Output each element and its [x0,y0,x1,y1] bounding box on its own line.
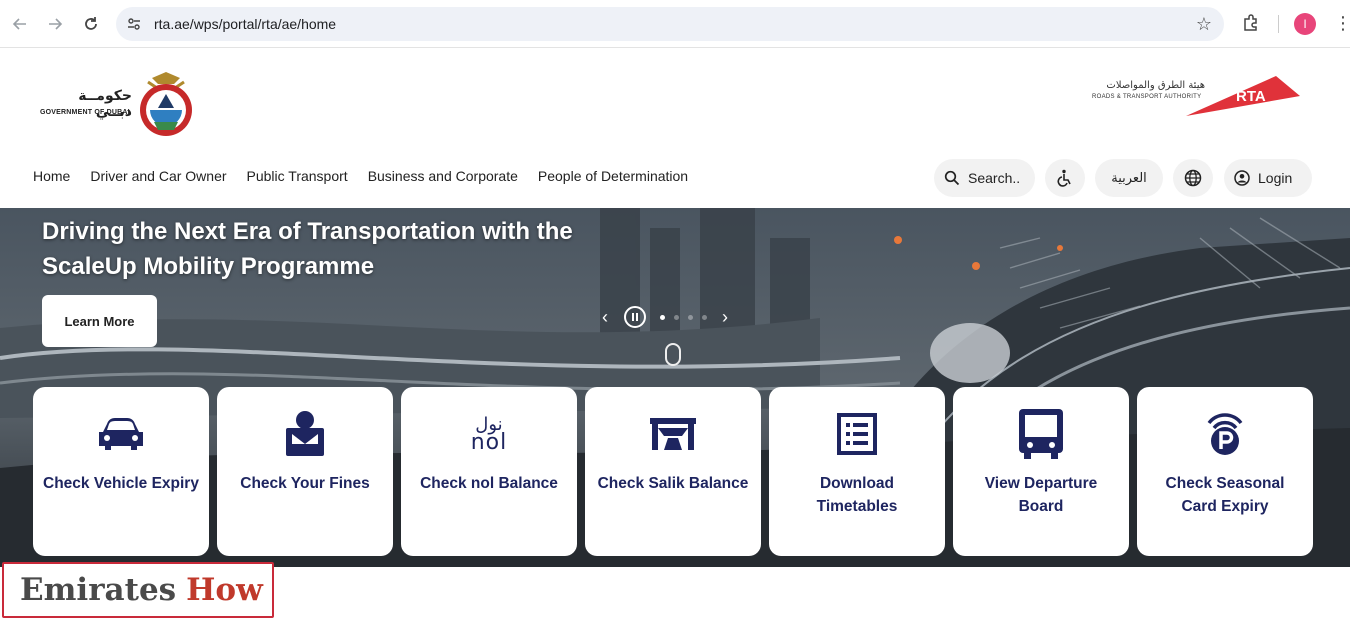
carousel-dot[interactable] [660,314,665,320]
browser-menu-icon[interactable]: ⋮ [1334,13,1350,33]
service-label: Check Vehicle Expiry [43,475,199,492]
login-button[interactable]: Login [1224,159,1312,197]
globe-button[interactable] [1173,159,1213,197]
parking-icon [1207,413,1243,455]
bus-icon [1019,409,1063,459]
service-card-timetables[interactable]: Download Timetables [769,387,945,556]
service-card-vehicle-expiry[interactable]: Check Vehicle Expiry [33,387,209,556]
watermark-word-2: How [186,572,263,608]
nav-item-public-transport[interactable]: Public Transport [247,168,348,184]
carousel-dot[interactable] [702,314,707,320]
user-icon [1234,170,1250,186]
site-settings-icon[interactable] [126,16,142,37]
emirates-how-watermark: Emirates How [2,562,274,618]
service-label: View Departure Board [984,475,1098,515]
service-label: Check Your Fines [240,475,370,492]
carousel-dot[interactable] [674,314,679,320]
nav-item-home[interactable]: Home [33,168,70,184]
language-arabic-button[interactable]: العربية [1095,159,1163,197]
service-label: Download Timetables [816,475,898,515]
search-button[interactable]: Search.. [934,159,1035,197]
rta-mark-icon: RTA [1186,76,1300,116]
toolbar-divider [1278,15,1279,33]
accessibility-icon [1057,169,1071,187]
url-text[interactable]: rta.ae/wps/portal/rta/ae/home [154,16,336,32]
reload-icon[interactable] [79,12,103,36]
carousel-dot[interactable] [688,314,693,320]
timetable-icon [837,413,877,455]
back-icon[interactable] [8,12,32,36]
extensions-icon[interactable] [1241,13,1261,38]
dubai-emblem-icon [140,72,192,136]
watermark-word-1: Emirates [20,572,177,608]
quick-services: Check Vehicle Expiry Check Your Fines نو… [33,387,1313,556]
service-label: Check Seasonal Card Expiry [1165,475,1285,515]
address-bar[interactable]: rta.ae/wps/portal/rta/ae/home ☆ [116,7,1224,41]
scroll-mouse-icon [665,343,681,366]
accessibility-button[interactable] [1045,159,1085,197]
browser-toolbar: rta.ae/wps/portal/rta/ae/home ☆ I ⋮ [0,0,1350,48]
service-card-departure-board[interactable]: View Departure Board [953,387,1129,556]
dubai-logo-english: GOVERNMENT OF DUBAI [40,109,130,116]
service-card-nol-balance[interactable]: نول nol Check nol Balance [401,387,577,556]
fines-icon [286,411,324,456]
salik-gate-icon [650,418,696,450]
carousel-controls: ‹ › [596,304,734,330]
government-of-dubai-logo[interactable]: حكومــة دبــي GOVERNMENT OF DUBAI [40,72,200,138]
service-card-salik-balance[interactable]: Check Salik Balance [585,387,761,556]
bookmark-star-icon[interactable]: ☆ [1196,14,1212,35]
carousel-pause-icon[interactable] [624,306,646,328]
search-placeholder: Search.. [968,170,1021,186]
hero-title-line-2: ScaleUp Mobility Programme [42,253,375,280]
service-card-fines[interactable]: Check Your Fines [217,387,393,556]
carousel-prev-icon[interactable]: ‹ [596,307,614,328]
nol-icon: نول nol [401,407,577,461]
service-card-seasonal-card[interactable]: Check Seasonal Card Expiry [1137,387,1313,556]
main-navigation: Home Driver and Car Owner Public Transpo… [33,168,688,184]
profile-avatar[interactable]: I [1294,13,1316,35]
nav-item-people-of-determination[interactable]: People of Determination [538,168,688,184]
search-icon [944,170,960,186]
forward-icon[interactable] [43,12,67,36]
carousel-next-icon[interactable]: › [716,307,734,328]
globe-icon [1184,169,1202,187]
rta-logo[interactable]: هيئة الطرق والمواصلات ROADS & TRANSPORT … [1090,74,1305,120]
hero-title-line-1: Driving the Next Era of Transportation w… [42,218,573,245]
nol-english: nol [470,430,508,455]
learn-more-button[interactable]: Learn More [42,295,157,347]
service-label: Check nol Balance [420,475,558,492]
nav-item-business-and-corporate[interactable]: Business and Corporate [368,168,518,184]
rta-mark-text: RTA [1236,88,1266,105]
hero-title: Driving the Next Era of Transportation w… [42,214,642,284]
nav-item-driver-and-car-owner[interactable]: Driver and Car Owner [90,168,226,184]
service-label: Check Salik Balance [597,475,749,492]
car-icon [99,418,143,450]
login-label: Login [1258,170,1293,186]
